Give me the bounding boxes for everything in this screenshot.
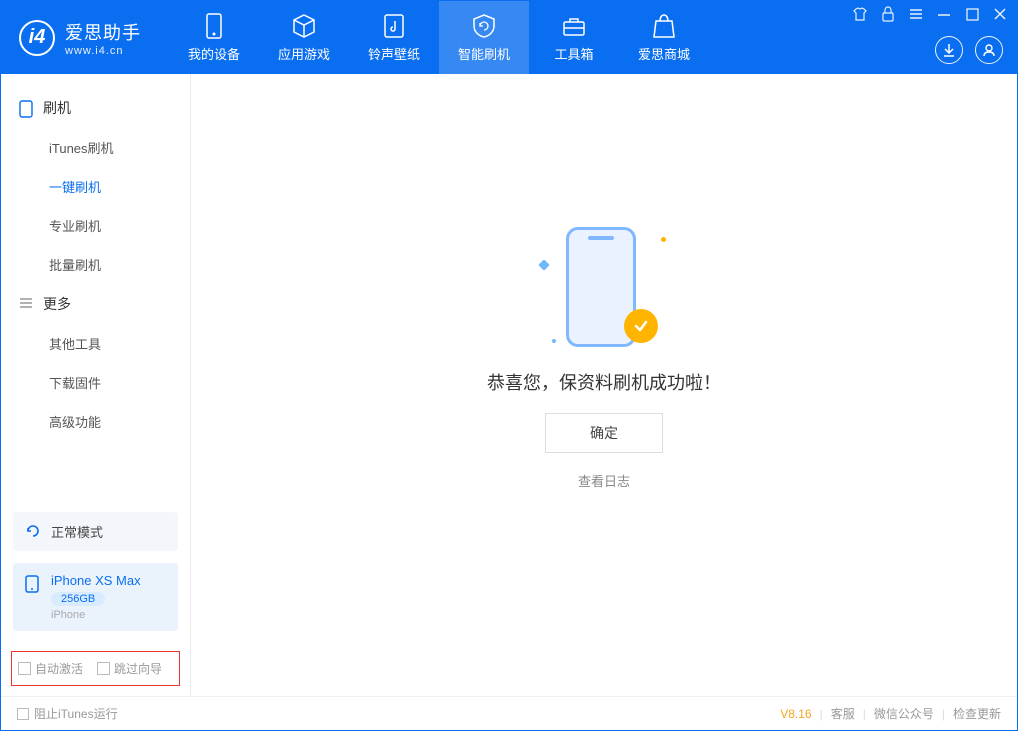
quick-icons — [935, 36, 1003, 64]
tshirt-icon[interactable] — [851, 5, 869, 23]
device-type: iPhone — [51, 609, 141, 621]
support-link[interactable]: 客服 — [831, 705, 855, 722]
list-icon — [19, 296, 35, 312]
logo-icon: i4 — [19, 20, 55, 56]
sidebar-item-firmware[interactable]: 下载固件 — [1, 363, 190, 402]
phone-icon — [201, 13, 227, 39]
update-link[interactable]: 检查更新 — [953, 705, 1001, 722]
maximize-icon[interactable] — [963, 5, 981, 23]
check-badge-icon — [624, 309, 658, 343]
section-flash: 刷机 — [1, 88, 190, 128]
minimize-icon[interactable] — [935, 5, 953, 23]
view-log-link[interactable]: 查看日志 — [578, 471, 630, 490]
brand-url: www.i4.cn — [65, 45, 141, 57]
device-icon — [19, 100, 35, 116]
sidebar: 刷机 iTunes刷机 一键刷机 专业刷机 批量刷机 更多 其他工具 下载固件 … — [1, 74, 191, 696]
window-controls — [851, 5, 1009, 23]
version-label: V8.16 — [780, 707, 811, 721]
section-more: 更多 — [1, 284, 190, 324]
tab-apps[interactable]: 应用游戏 — [259, 1, 349, 74]
device-capacity: 256GB — [51, 592, 105, 606]
checkbox-icon — [17, 708, 29, 720]
success-message: 恭喜您，保资料刷机成功啦！ — [487, 369, 721, 395]
ok-button[interactable]: 确定 — [545, 413, 663, 453]
shield-refresh-icon — [471, 13, 497, 39]
menu-icon[interactable] — [907, 5, 925, 23]
footer: 阻止iTunes运行 V8.16 | 客服 | 微信公众号 | 检查更新 — [1, 696, 1017, 730]
device-mode-box[interactable]: 正常模式 — [13, 512, 178, 551]
brand-name: 爱思助手 — [65, 19, 141, 45]
checkbox-row: 自动激活 跳过向导 — [11, 651, 180, 686]
brand: i4 爱思助手 www.i4.cn — [1, 1, 159, 74]
check-block-itunes[interactable]: 阻止iTunes运行 — [17, 705, 118, 722]
checkbox-icon — [97, 662, 110, 675]
bag-icon — [651, 13, 677, 39]
tab-device[interactable]: 我的设备 — [169, 1, 259, 74]
tab-ringtones[interactable]: 铃声壁纸 — [349, 1, 439, 74]
checkbox-icon — [18, 662, 31, 675]
sidebar-item-other[interactable]: 其他工具 — [1, 324, 190, 363]
lock-icon[interactable] — [879, 5, 897, 23]
device-name: iPhone XS Max — [51, 573, 141, 588]
sidebar-item-advanced[interactable]: 高级功能 — [1, 402, 190, 441]
cube-icon — [291, 13, 317, 39]
success-illustration — [544, 221, 664, 351]
main-content: 恭喜您，保资料刷机成功啦！ 确定 查看日志 — [191, 74, 1017, 696]
toolbox-icon — [561, 13, 587, 39]
sidebar-item-batch[interactable]: 批量刷机 — [1, 245, 190, 284]
check-skip-guide[interactable]: 跳过向导 — [97, 660, 162, 677]
download-icon[interactable] — [935, 36, 963, 64]
tab-flash[interactable]: 智能刷机 — [439, 1, 529, 74]
music-file-icon — [381, 13, 407, 39]
close-icon[interactable] — [991, 5, 1009, 23]
device-info-box[interactable]: iPhone XS Max 256GB iPhone — [13, 563, 178, 631]
main-tabs: 我的设备 应用游戏 铃声壁纸 智能刷机 工具箱 爱思商城 — [169, 1, 709, 74]
body: 刷机 iTunes刷机 一键刷机 专业刷机 批量刷机 更多 其他工具 下载固件 … — [1, 74, 1017, 696]
phone-small-icon — [25, 575, 43, 593]
wechat-link[interactable]: 微信公众号 — [874, 705, 934, 722]
tab-tools[interactable]: 工具箱 — [529, 1, 619, 74]
user-icon[interactable] — [975, 36, 1003, 64]
sidebar-item-itunes[interactable]: iTunes刷机 — [1, 128, 190, 167]
titlebar: i4 爱思助手 www.i4.cn 我的设备 应用游戏 铃声壁纸 智能刷机 — [1, 1, 1017, 74]
tab-store[interactable]: 爱思商城 — [619, 1, 709, 74]
app-window: i4 爱思助手 www.i4.cn 我的设备 应用游戏 铃声壁纸 智能刷机 — [0, 0, 1018, 731]
refresh-icon — [25, 523, 43, 541]
device-mode-label: 正常模式 — [51, 522, 103, 541]
sidebar-item-oneclick[interactable]: 一键刷机 — [1, 167, 190, 206]
check-auto-activate[interactable]: 自动激活 — [18, 660, 83, 677]
sidebar-item-pro[interactable]: 专业刷机 — [1, 206, 190, 245]
